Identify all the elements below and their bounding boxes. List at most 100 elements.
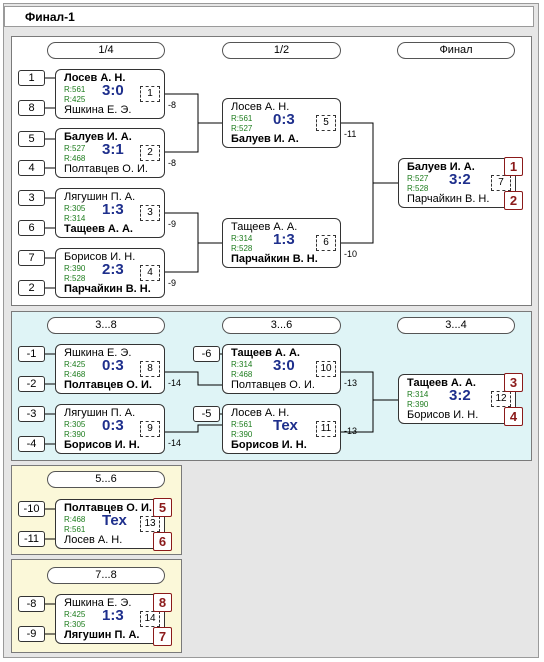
player-bottom-name: Лягушин П. А. xyxy=(64,629,140,641)
match-card[interactable]: Борисов И. Н. R:390 R:528 2:3 4 Парчайкин В. … xyxy=(55,248,165,298)
loser-link-label: -9 xyxy=(168,219,177,229)
rating-bottom: R:528 xyxy=(64,274,86,283)
match-score: 3:2 xyxy=(449,171,471,188)
match-card[interactable]: Полтавцев О. И. R:468 R:561 Тех 13 Лосев А. Н… xyxy=(55,499,165,549)
rating-top: R:390 xyxy=(64,264,86,273)
loser-link-label: -9 xyxy=(168,278,177,288)
player-bottom-name: Борисов И. Н. xyxy=(407,409,479,421)
place-badge: 7 xyxy=(153,627,172,646)
round-header-3-4: 3...4 xyxy=(397,317,515,334)
player-bottom-name: Парчайкин В. Н. xyxy=(231,253,318,265)
rating-top: R:305 xyxy=(64,204,86,213)
seed-box: -3 xyxy=(18,406,45,422)
seed-box: -9 xyxy=(18,626,45,642)
match-card[interactable]: Лосев А. Н. R:561 R:390 Тех 11 Борисов И. Н. xyxy=(222,404,341,454)
rating-top: R:561 xyxy=(231,420,253,429)
place-badge: 2 xyxy=(504,191,523,210)
player-bottom-name: Тащеев А. А. xyxy=(64,223,133,235)
seed-box: -11 xyxy=(18,531,45,547)
rating-bottom: R:425 xyxy=(64,95,86,104)
seed-box: -10 xyxy=(18,501,45,517)
rating-top: R:527 xyxy=(407,174,429,183)
match-score: 1:3 xyxy=(102,201,124,218)
seed-box: -2 xyxy=(18,376,45,392)
rating-bottom: R:528 xyxy=(231,244,253,253)
rating-bottom: R:390 xyxy=(64,430,86,439)
player-bottom-name: Парчайкин В. Н. xyxy=(407,193,490,205)
place-badge: 3 xyxy=(504,373,523,392)
player-bottom-name: Яшкина Е. Э. xyxy=(64,104,132,116)
place-badge: 1 xyxy=(504,157,523,176)
place-badge: 6 xyxy=(153,532,172,551)
rating-top: R:468 xyxy=(64,515,86,524)
match-number: 12 xyxy=(491,391,511,407)
round-header-quarterfinal: 1/4 xyxy=(47,42,165,59)
match-card[interactable]: Лосев А. Н. R:561 R:425 3:0 1 Яшкина Е. Э. xyxy=(55,69,165,119)
round-header-3-6: 3...6 xyxy=(222,317,341,334)
rating-bottom: R:468 xyxy=(64,370,86,379)
match-score: 2:3 xyxy=(102,261,124,278)
match-score: 0:3 xyxy=(102,357,124,374)
rating-bottom: R:468 xyxy=(231,370,253,379)
player-bottom-name: Борисов И. Н. xyxy=(64,439,140,451)
match-score: 1:3 xyxy=(102,607,124,624)
match-number: 4 xyxy=(140,265,160,281)
seed-box: -6 xyxy=(193,346,220,362)
match-card[interactable]: Лягушин П. А. R:305 R:314 1:3 3 Тащеев А. А. xyxy=(55,188,165,238)
rating-top: R:314 xyxy=(231,360,253,369)
match-number: 3 xyxy=(140,205,160,221)
rating-bottom: R:390 xyxy=(407,400,429,409)
match-card[interactable]: Яшкина Е. Э. R:425 R:305 1:3 14 Лягушин П. А. xyxy=(55,594,165,644)
seed-box: 5 xyxy=(18,131,45,147)
rating-bottom: R:561 xyxy=(64,525,86,534)
match-card[interactable]: Балуев И. А. R:527 R:468 3:1 2 Полтавцев О. И… xyxy=(55,128,165,178)
rating-top: R:314 xyxy=(407,390,429,399)
rating-top: R:425 xyxy=(64,360,86,369)
match-score: 0:3 xyxy=(273,111,295,128)
rating-bottom: R:528 xyxy=(407,184,429,193)
player-bottom-name: Парчайкин В. Н. xyxy=(64,283,151,295)
match-card[interactable]: Лягушин П. А. R:305 R:390 0:3 9 Борисов И. Н. xyxy=(55,404,165,454)
match-number: 10 xyxy=(316,361,336,377)
match-number: 6 xyxy=(316,235,336,251)
match-number: 5 xyxy=(316,115,336,131)
loser-link-label: -8 xyxy=(168,158,177,168)
round-header-7-8: 7...8 xyxy=(47,567,165,584)
match-score: 3:1 xyxy=(102,141,124,158)
match-number: 13 xyxy=(140,516,160,532)
match-score: 1:3 xyxy=(273,231,295,248)
match-number: 2 xyxy=(140,145,160,161)
round-header-5-6: 5...6 xyxy=(47,471,165,488)
player-bottom-name: Полтавцев О. И. xyxy=(231,379,315,391)
rating-top: R:305 xyxy=(64,420,86,429)
seed-box: 6 xyxy=(18,220,45,236)
loser-link-label: -13 xyxy=(344,378,358,388)
player-top-name: Лягушин П. А. xyxy=(64,191,136,203)
rating-bottom: R:305 xyxy=(64,620,86,629)
player-bottom-name: Лосев А. Н. xyxy=(64,534,123,546)
match-score: 0:3 xyxy=(102,417,124,434)
match-number: 1 xyxy=(140,86,160,102)
bracket-window: Финал-1 1/4 1/2 Финал 1 8 5 4 3 6 7 2 3.… xyxy=(0,0,544,662)
player-top-name: Лягушин П. А. xyxy=(64,407,136,419)
match-card[interactable]: Тащеев А. А. R:314 R:528 1:3 6 Парчайкин В. Н… xyxy=(222,218,341,268)
match-card[interactable]: Лосев А. Н. R:561 R:527 0:3 5 Балуев И. А. xyxy=(222,98,341,148)
match-card[interactable]: Тащеев А. А. R:314 R:468 3:0 10 Полтавцев О. … xyxy=(222,344,341,394)
place-badge: 5 xyxy=(153,498,172,517)
player-bottom-name: Полтавцев О. И. xyxy=(64,163,148,175)
rating-top: R:561 xyxy=(64,85,86,94)
place-badge: 4 xyxy=(504,407,523,426)
loser-link-label: -8 xyxy=(168,100,177,110)
match-score: 3:0 xyxy=(102,82,124,99)
seed-box: -4 xyxy=(18,436,45,452)
match-number: 14 xyxy=(140,611,160,627)
match-number: 8 xyxy=(140,361,160,377)
match-score: Тех xyxy=(102,512,127,529)
seed-box: 1 xyxy=(18,70,45,86)
match-card[interactable]: Яшкина Е. Э. R:425 R:468 0:3 8 Полтавцев О. И… xyxy=(55,344,165,394)
match-number: 9 xyxy=(140,421,160,437)
loser-link-label: -11 xyxy=(344,129,357,139)
round-header-3-8: 3...8 xyxy=(47,317,165,334)
match-card[interactable]: Тащеев А. А. R:314 R:390 3:2 12 Борисов И. Н. xyxy=(398,374,516,424)
match-card[interactable]: Балуев И. А. R:527 R:528 3:2 7 Парчайкин В. Н… xyxy=(398,158,516,208)
